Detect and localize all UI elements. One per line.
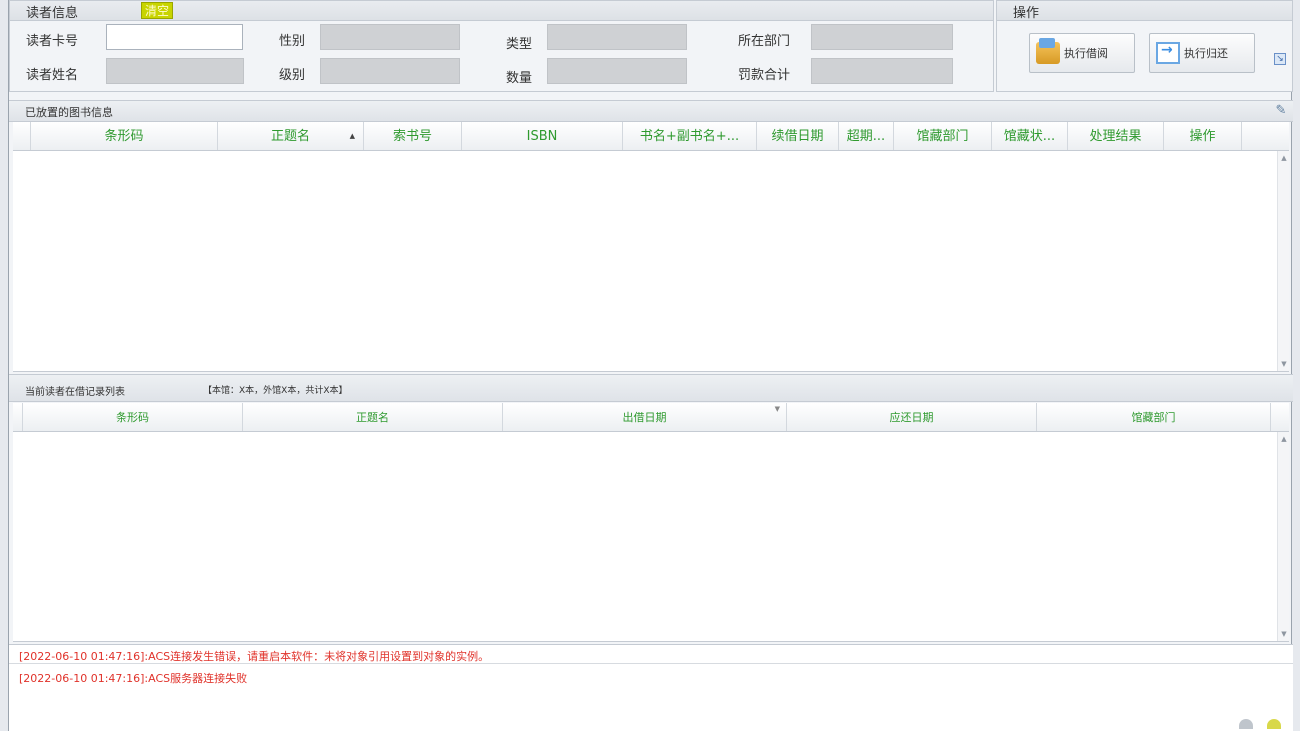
borrow-book-icon	[1036, 38, 1060, 64]
filter-icon[interactable]: ▼	[775, 403, 780, 424]
reader-info-panel: 读者信息 清空 读者卡号 读者姓名 性别 级别 类型 数量 所在部门 罚款合计	[9, 0, 994, 92]
col-barcode[interactable]: 条形码	[31, 122, 218, 150]
current-records-grid: ▲ ▼	[13, 432, 1289, 642]
current-records-count: 【本馆：X本，外馆X本，共计X本】	[203, 386, 348, 396]
scroll-up-icon[interactable]: ▲	[1278, 153, 1290, 163]
col-renew-date[interactable]: 续借日期	[757, 122, 839, 150]
col2-barcode[interactable]: 条形码	[23, 403, 243, 431]
col2-title[interactable]: 正题名	[243, 403, 503, 431]
quantity-field	[547, 58, 687, 84]
level-label: 级别	[279, 68, 306, 83]
clear-button[interactable]: 清空	[141, 2, 173, 19]
type-field	[547, 24, 687, 50]
expand-icon[interactable]: ↘	[1274, 53, 1286, 65]
reader-info-title: 读者信息	[26, 6, 79, 21]
card-no-input[interactable]	[106, 24, 243, 50]
log-panel: [2022-06-10 01:47:16]:ACS连接发生错误，请重启本软件：未…	[9, 644, 1293, 731]
operations-panel: 操作 执行借阅 执行归还 ↘	[996, 0, 1293, 92]
reader-info-title-bar: 读者信息 清空	[10, 1, 993, 21]
col-isbn[interactable]: ISBN	[462, 122, 623, 150]
gender-field	[320, 24, 460, 50]
col-title-label: 正题名	[270, 129, 310, 144]
current-records-title: 当前读者在借记录列表	[25, 387, 125, 398]
current-records-scrollbar[interactable]: ▲ ▼	[1277, 432, 1289, 641]
col-title[interactable]: 正题名 ▲	[218, 122, 364, 150]
col-result[interactable]: 处理结果	[1068, 122, 1164, 150]
placed-books-header: 条形码 正题名 ▲ 索书号 ISBN 书名+副书名+... 续借日期 超期...…	[13, 122, 1289, 151]
scroll-up-icon-2[interactable]: ▲	[1278, 434, 1290, 444]
name-field	[106, 58, 244, 84]
col-call-number[interactable]: 索书号	[364, 122, 462, 150]
type-label: 类型	[506, 37, 533, 52]
header-filler-2	[1271, 403, 1289, 431]
current-records-header: 条形码 正题名 出借日期 ▼ 应还日期 馆藏部门	[13, 403, 1289, 432]
col2-due-date[interactable]: 应还日期	[787, 403, 1037, 431]
col-operation[interactable]: 操作	[1164, 122, 1242, 150]
main-window: 读者信息 清空 读者卡号 读者姓名 性别 级别 类型 数量 所在部门 罚款合计 …	[8, 0, 1293, 731]
col-overdue[interactable]: 超期...	[839, 122, 894, 150]
fine-total-field	[811, 58, 953, 84]
log-line-1: [2022-06-10 01:47:16]:ACS连接发生错误，请重启本软件：未…	[19, 650, 490, 663]
status-light-icon	[1267, 719, 1281, 729]
department-label: 所在部门	[738, 34, 791, 49]
borrow-button[interactable]: 执行借阅	[1029, 33, 1135, 73]
borrow-button-label: 执行借阅	[1064, 47, 1108, 60]
current-records-bar: 当前读者在借记录列表 【本馆：X本，外馆X本，共计X本】	[9, 374, 1293, 402]
pin-icon[interactable]: ✎	[1273, 103, 1289, 119]
card-no-label: 读者卡号	[26, 34, 79, 49]
row-indicator-header-2	[13, 403, 23, 431]
name-label: 读者姓名	[26, 68, 79, 83]
return-button-label: 执行归还	[1184, 47, 1228, 60]
col2-collection-dept[interactable]: 馆藏部门	[1037, 403, 1271, 431]
col2-lend-date[interactable]: 出借日期 ▼	[503, 403, 787, 431]
col-collection-dept[interactable]: 馆藏部门	[894, 122, 992, 150]
scroll-down-icon-2[interactable]: ▼	[1278, 629, 1290, 639]
department-field	[811, 24, 953, 50]
sort-asc-icon: ▲	[349, 132, 355, 140]
header-filler	[1242, 122, 1287, 150]
settings-icon[interactable]	[1239, 719, 1253, 729]
return-book-icon	[1156, 42, 1180, 64]
quantity-label: 数量	[506, 71, 533, 86]
log-separator	[9, 663, 1293, 664]
level-field	[320, 58, 460, 84]
scroll-down-icon[interactable]: ▼	[1278, 359, 1290, 369]
operations-title: 操作	[1013, 6, 1040, 21]
placed-books-grid: ▲ ▼	[13, 151, 1289, 372]
gender-label: 性别	[279, 34, 306, 49]
operations-title-bar: 操作	[997, 1, 1292, 21]
fine-total-label: 罚款合计	[738, 68, 791, 83]
placed-books-title: 已放置的图书信息	[25, 106, 113, 119]
status-icons	[1239, 719, 1281, 729]
col2-lend-date-label: 出借日期	[622, 411, 667, 424]
col-collection-status[interactable]: 馆藏状...	[992, 122, 1068, 150]
placed-books-scrollbar[interactable]: ▲ ▼	[1277, 151, 1289, 371]
return-button[interactable]: 执行归还	[1149, 33, 1255, 73]
col-full-title[interactable]: 书名+副书名+...	[623, 122, 757, 150]
row-indicator-header	[13, 122, 31, 150]
log-line-2: [2022-06-10 01:47:16]:ACS服务器连接失败	[19, 672, 248, 685]
placed-books-bar: 已放置的图书信息 ✎	[9, 100, 1293, 122]
